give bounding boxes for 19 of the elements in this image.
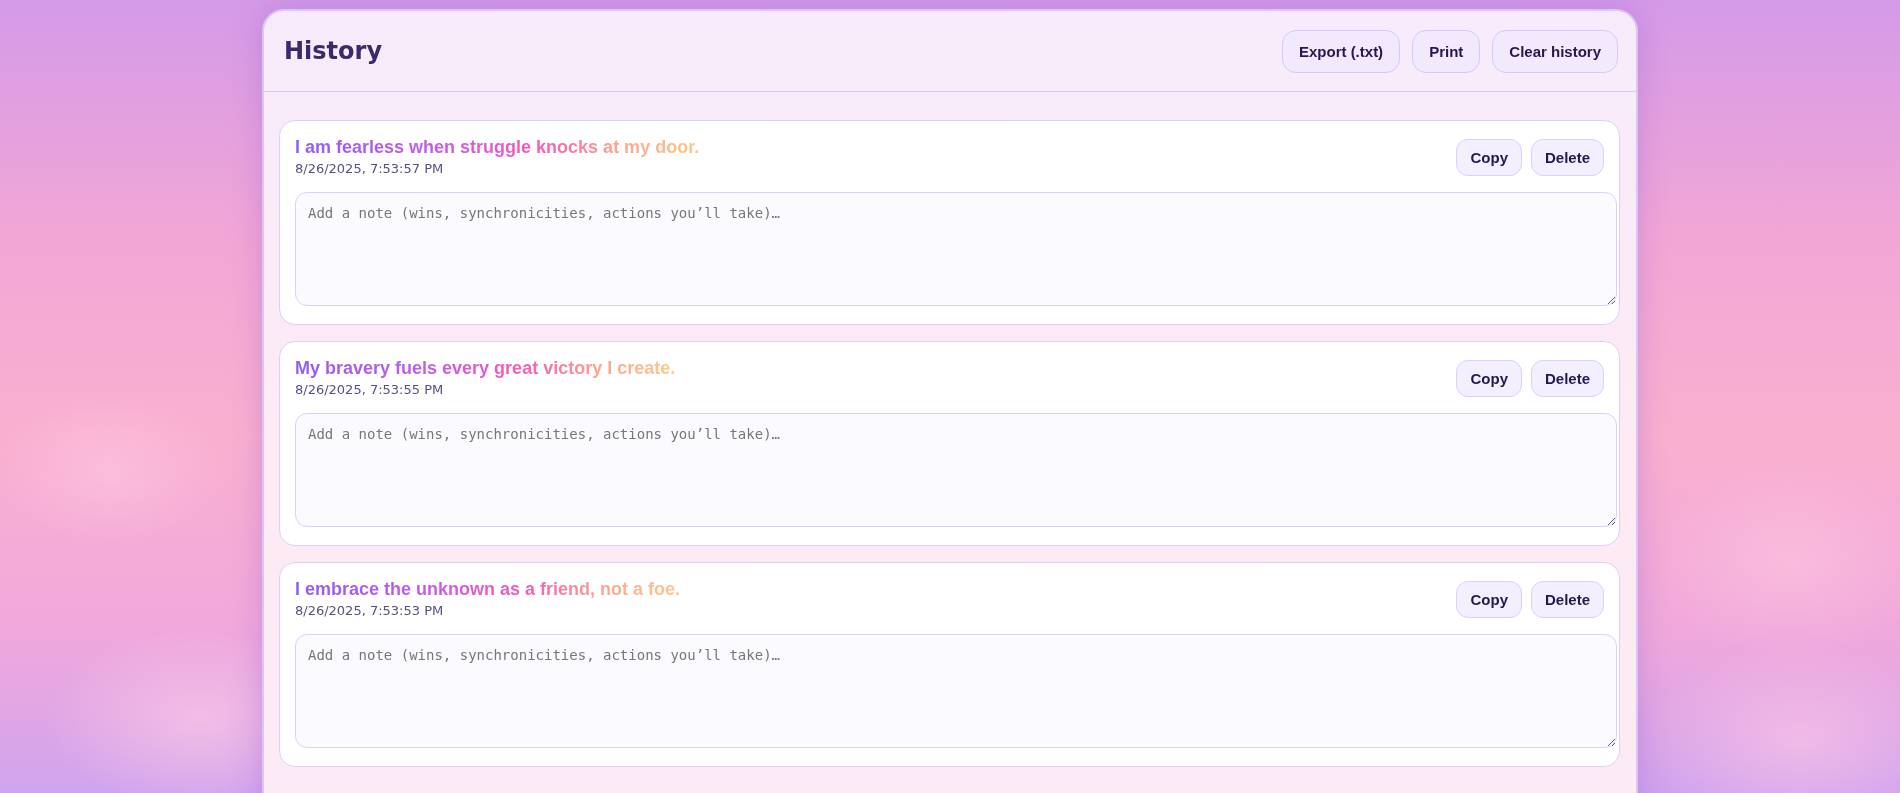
panel-title: History xyxy=(284,37,383,65)
affirmation-text: I am fearless when struggle knocks at my door. xyxy=(295,137,700,158)
delete-button[interactable]: Delete xyxy=(1530,581,1604,618)
delete-button[interactable]: Delete xyxy=(1530,139,1604,176)
timestamp: 8/26/2025, 7:53:53 PM xyxy=(295,603,445,618)
note-field[interactable]: Add a note (wins, synchronicities, actions you’ll take)… xyxy=(295,413,1617,527)
delete-button[interactable]: Delete xyxy=(1530,360,1604,397)
note-field[interactable]: Add a note (wins, synchronicities, actions you’ll take)… xyxy=(295,192,1617,306)
affirmation-text: My bravery fuels every great victory I create. xyxy=(295,358,676,379)
copy-button[interactable]: Copy xyxy=(1456,139,1522,176)
export-button[interactable]: Export (.txt) xyxy=(1281,29,1401,73)
copy-button[interactable]: Copy xyxy=(1456,581,1522,618)
timestamp: 8/26/2025, 7:53:55 PM xyxy=(295,382,445,397)
print-button[interactable]: Print xyxy=(1412,29,1481,73)
clear-history-button[interactable]: Clear history xyxy=(1492,29,1618,73)
note-field[interactable]: Add a note (wins, synchronicities, actions you’ll take)… xyxy=(295,634,1617,748)
timestamp: 8/26/2025, 7:53:57 PM xyxy=(295,161,445,176)
copy-button[interactable]: Copy xyxy=(1456,360,1522,397)
affirmation-text: I embrace the unknown as a friend, not a foe. xyxy=(295,579,681,600)
